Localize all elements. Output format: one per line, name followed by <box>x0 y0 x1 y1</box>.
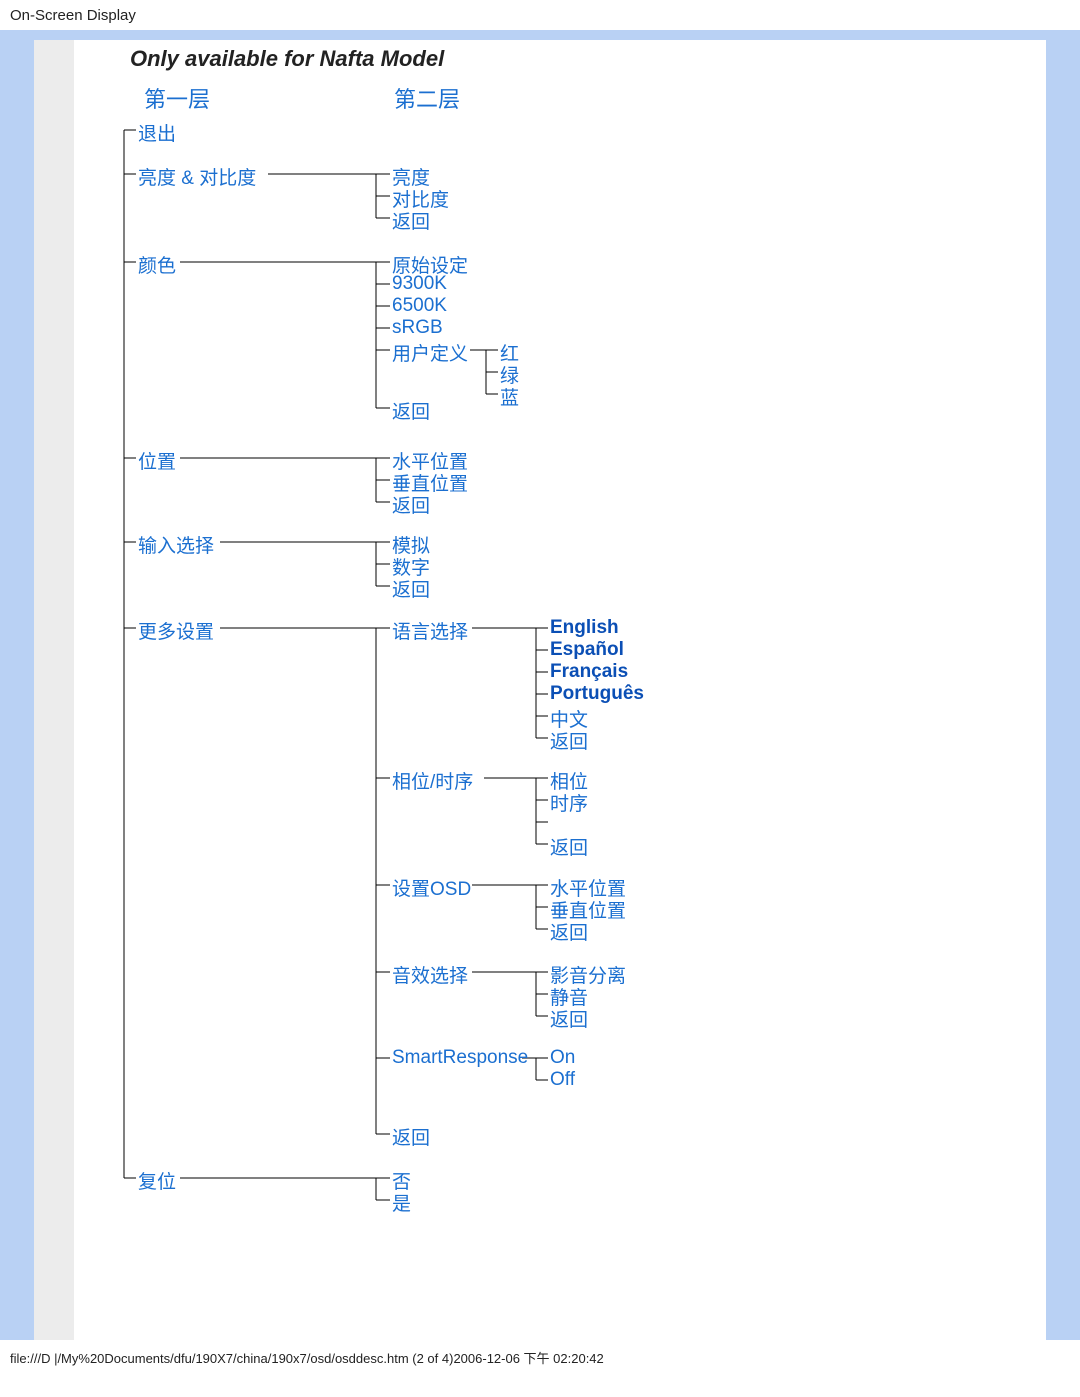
more-osd: 设置OSD <box>392 874 471 901</box>
sr-off: Off <box>550 1069 575 1091</box>
pos-return: 返回 <box>392 491 430 518</box>
sr-on: On <box>550 1047 575 1069</box>
document-body: Only available for Nafta Model 第一层 第二层 <box>34 40 1046 1340</box>
diagram-area: Only available for Nafta Model 第一层 第二层 <box>74 40 1046 1340</box>
lang-return: 返回 <box>550 727 588 754</box>
item-exit: 退出 <box>138 119 176 146</box>
more-smartresponse: SmartResponse <box>392 1047 528 1069</box>
tree-connectors <box>74 40 974 1340</box>
item-reset: 复位 <box>138 1167 176 1194</box>
color-user-blue: 蓝 <box>500 383 519 410</box>
lang-french: Français <box>550 661 628 683</box>
color-user: 用户定义 <box>392 339 468 366</box>
reset-yes: 是 <box>392 1189 411 1216</box>
more-audio: 音效选择 <box>392 961 468 988</box>
lang-english: English <box>550 617 619 639</box>
input-return: 返回 <box>392 575 430 602</box>
color-return: 返回 <box>392 397 430 424</box>
more-phase-clock: 相位/时序 <box>392 767 473 794</box>
lang-portuguese: Português <box>550 683 644 705</box>
item-brightness-contrast: 亮度 & 对比度 <box>138 163 256 190</box>
audio-return: 返回 <box>550 1005 588 1032</box>
bc-return: 返回 <box>392 207 430 234</box>
left-margin <box>34 40 74 1340</box>
item-color: 颜色 <box>138 251 176 278</box>
osd-return: 返回 <box>550 918 588 945</box>
page-footer: file:///D |/My%20Documents/dfu/190X7/chi… <box>0 1340 1080 1375</box>
item-input-select: 输入选择 <box>138 531 214 558</box>
more-return: 返回 <box>392 1123 430 1150</box>
color-srgb: sRGB <box>392 317 443 339</box>
color-9300k: 9300K <box>392 273 447 295</box>
page-header: On-Screen Display <box>0 0 1080 30</box>
page-frame: Only available for Nafta Model 第一层 第二层 <box>0 30 1080 1340</box>
phase-clock: 时序 <box>550 789 588 816</box>
color-6500k: 6500K <box>392 295 447 317</box>
phase-return: 返回 <box>550 833 588 860</box>
item-position: 位置 <box>138 447 176 474</box>
lang-spanish: Español <box>550 639 624 661</box>
item-more-settings: 更多设置 <box>138 617 214 644</box>
more-language: 语言选择 <box>392 617 468 644</box>
